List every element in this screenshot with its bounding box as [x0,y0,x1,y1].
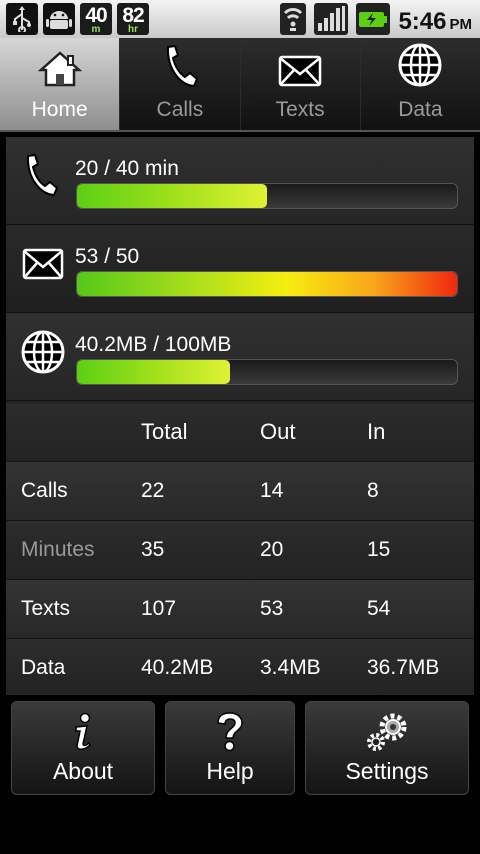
phone-icon [166,44,199,88]
table-cell: 107 [141,597,177,620]
table-cell: 40.2MB [141,656,214,679]
globe-icon [398,43,442,87]
android-debug-icon [43,3,75,35]
info-icon [75,712,91,750]
table-header-cell: Total [141,419,188,444]
tab-data-label: Data [398,98,443,121]
table-cell: 36.7MB [367,656,440,679]
minutes-left-value: 40 [85,4,107,27]
bottom-button-bar: About Help Settings [0,697,480,854]
row-label: Calls [21,479,68,502]
table-cell: 53 [260,597,284,620]
tab-texts-label: Texts [275,98,325,121]
help-icon [217,712,243,752]
table-cell: 54 [367,597,391,620]
table-cell: 35 [141,538,165,561]
usage-stats-table: Total Out In Calls 22 14 8 Minutes 35 20… [6,403,474,695]
settings-button[interactable]: Settings [305,701,469,795]
texts-usage-text: 53 / 50 [75,245,140,268]
data-usage-text: 40.2MB / 100MB [75,333,232,356]
tab-calls-label: Calls [156,98,204,121]
tab-texts[interactable]: Texts [240,38,361,130]
table-row: Texts 107 53 54 [6,580,474,639]
envelope-icon [22,248,64,280]
hours-left-indicator: 82 hr [117,3,149,35]
table-row: Minutes 35 20 15 [6,521,474,580]
texts-usage-fill [77,272,457,296]
table-cell: 20 [260,538,284,561]
data-usage-panel[interactable]: 40.2MB / 100MB [6,313,474,401]
table-header-row: Total Out In [6,403,474,462]
table-cell: 15 [367,538,391,561]
calls-usage-text: 20 / 40 min [75,157,179,180]
table-header-cell: Out [260,419,296,444]
about-button[interactable]: About [11,701,155,795]
gears-icon [367,713,407,751]
table-cell: 14 [260,479,284,502]
table-cell: 22 [141,479,165,502]
battery-charging-icon [356,3,391,40]
help-button[interactable]: Help [165,701,295,795]
table-cell: 8 [367,479,379,502]
envelope-icon [278,55,322,87]
home-icon [37,51,82,87]
tab-home[interactable]: Home [0,38,121,130]
row-label: Texts [21,597,71,620]
data-usage-fill [77,360,230,384]
tab-data[interactable]: Data [360,38,480,130]
table-row: Data 40.2MB 3.4MB 36.7MB [6,639,474,695]
clock-time: 5:46 [398,7,447,35]
globe-icon [21,330,65,374]
tab-home-label: Home [31,98,88,121]
home-content: 20 / 40 min 53 / 50 40.2MB / 100MB Total… [6,137,474,695]
signal-strength-icon [314,3,349,40]
settings-button-label: Settings [345,758,429,784]
about-button-label: About [52,758,114,784]
minutes-left-indicator: 40 m [80,3,112,35]
table-cell: 3.4MB [260,656,321,679]
table-header-cell: In [367,419,386,444]
status-bar: 40 m 82 hr 5:46 PM [0,0,480,38]
wifi-icon [280,3,307,40]
hours-left-value: 82 [122,4,144,27]
usb-icon [6,3,38,35]
clock-ampm: PM [449,15,473,33]
calls-usage-fill [77,184,267,208]
texts-usage-bar [76,271,458,297]
help-button-label: Help [206,758,254,784]
tab-calls[interactable]: Calls [120,38,241,130]
calls-usage-bar [76,183,458,209]
tab-bar: Home Calls Texts Data [0,38,480,132]
row-label: Data [21,656,66,679]
table-row: Calls 22 14 8 [6,462,474,521]
phone-icon [26,153,59,197]
data-usage-bar [76,359,458,385]
texts-usage-panel[interactable]: 53 / 50 [6,225,474,313]
row-label: Minutes [21,538,95,561]
calls-usage-panel[interactable]: 20 / 40 min [6,137,474,225]
